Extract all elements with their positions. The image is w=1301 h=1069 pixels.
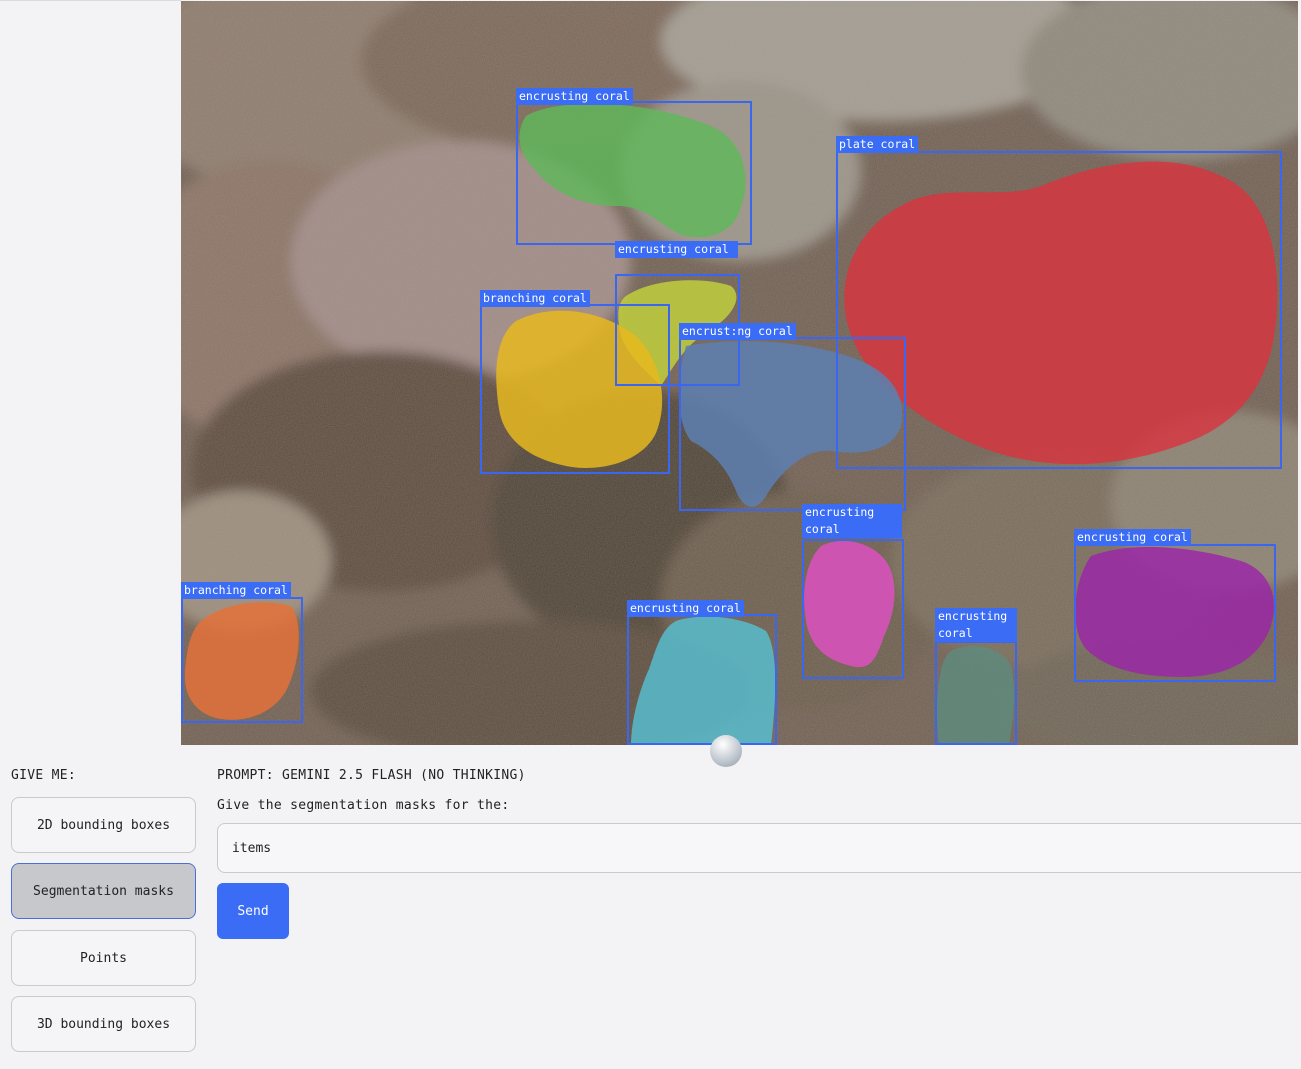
bbox-label: encrusting coral [802,504,902,538]
bbox-encrusting-coral-7 [935,641,1017,745]
mode-3d-bounding-boxes-button[interactable]: 3D bounding boxes [11,996,196,1052]
prompt-input[interactable]: items [217,823,1301,873]
prompt-input-value: items [232,840,272,856]
bbox-branching-coral-2 [181,597,303,723]
mode-2d-bounding-boxes-button[interactable]: 2D bounding boxes [11,797,196,853]
bbox-label: encrusting coral [627,600,744,617]
left-blank-area [0,0,181,746]
bbox-branching-coral-1 [480,304,670,474]
bbox-label: encrusting coral [935,608,1017,642]
prompt-title: PROMPT: GEMINI 2.5 FLASH (NO THINKING) [217,768,526,783]
image-viewer: encrusting coral plate coral encrusting … [181,1,1298,745]
prompt-instruction: Give the segmentation masks for the: [217,798,510,813]
bbox-label: encrust:ng coral [679,323,796,340]
bbox-encrusting-coral-4 [802,539,904,679]
bbox-label: encrusting coral [1074,529,1191,546]
bbox-label: branching coral [181,582,291,599]
mode-points-button[interactable]: Points [11,930,196,986]
bbox-encrusting-coral-5 [1074,544,1276,682]
send-button[interactable]: Send [217,883,289,939]
bbox-label: branching coral [480,290,590,307]
bbox-label: plate coral [836,136,919,153]
drag-handle[interactable] [710,735,742,767]
bbox-encrusting-coral-6 [627,614,777,745]
bbox-encrusting-coral-3 [679,337,906,511]
bbox-label: encrusting coral [516,88,633,105]
bbox-label: encrusting coral [615,241,738,258]
mode-segmentation-masks-button[interactable]: Segmentation masks [11,863,196,919]
bbox-encrusting-coral-1 [516,101,752,245]
give-me-label: GIVE ME: [11,768,77,783]
